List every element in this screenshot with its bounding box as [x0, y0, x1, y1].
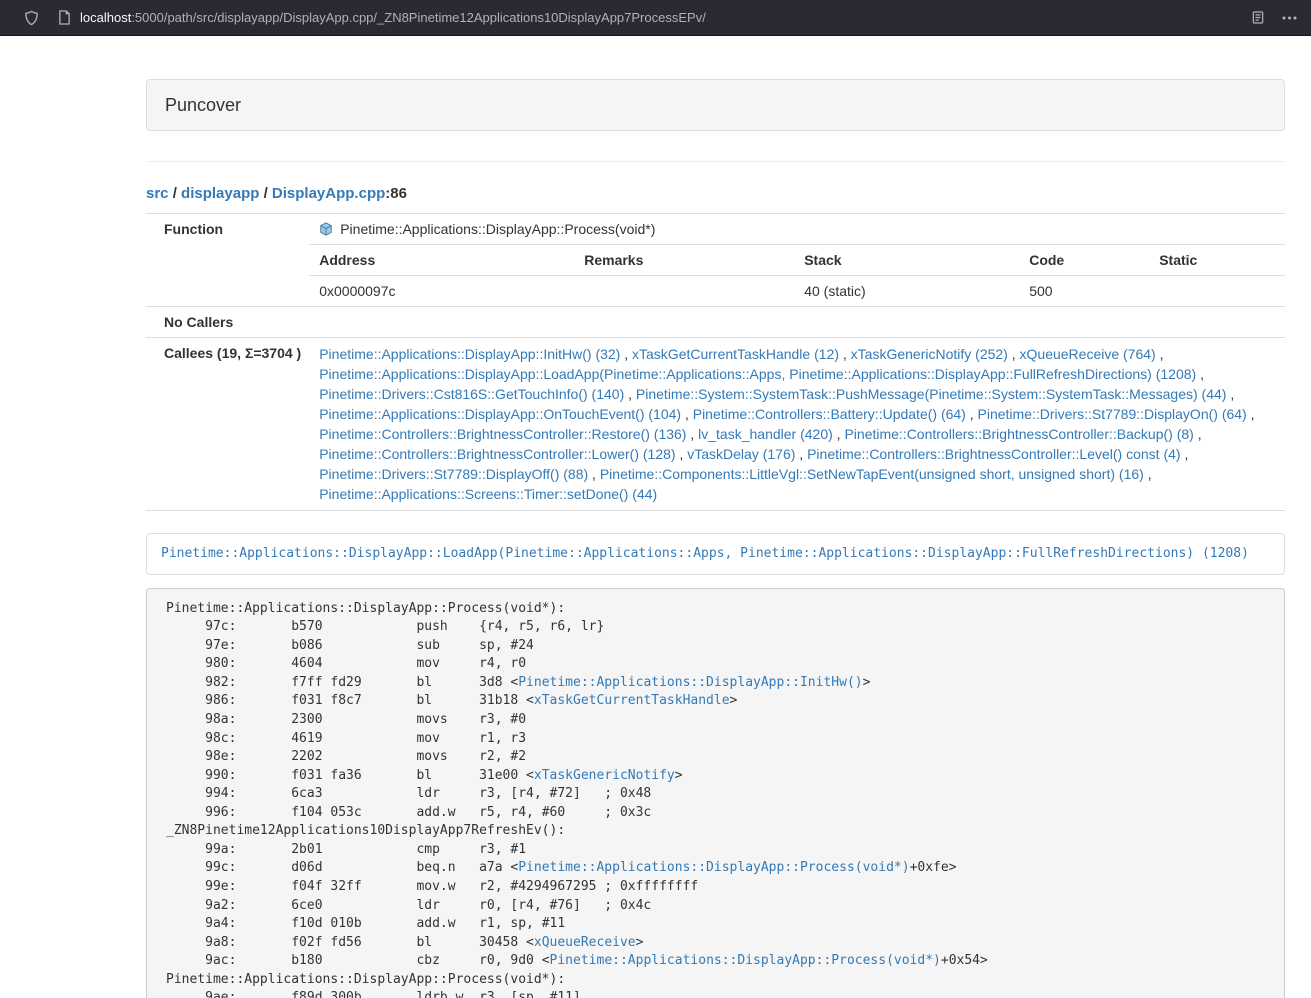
callee-link[interactable]: Pinetime::System::SystemTask::PushMessag…	[636, 386, 1227, 402]
page-title: Puncover	[147, 80, 1284, 130]
column-header-stack: Stack	[794, 245, 1019, 276]
reader-mode-icon[interactable]	[1251, 10, 1265, 25]
tracking-protection-shield-icon[interactable]	[24, 10, 39, 26]
function-details-row: 0x0000097c 40 (static) 500	[309, 276, 1285, 307]
column-header-address: Address	[309, 245, 574, 276]
url-path: :5000/path/src/displayapp/DisplayApp.cpp…	[131, 10, 706, 25]
static-cell	[1149, 276, 1285, 307]
callee-link[interactable]: Pinetime::Applications::DisplayApp::Init…	[319, 346, 620, 362]
function-name: Pinetime::Applications::DisplayApp::Proc…	[340, 219, 655, 239]
selected-symbol-link[interactable]: Pinetime::Applications::DisplayApp::Load…	[161, 546, 1249, 561]
divider	[146, 161, 1285, 162]
stack-cell: 40 (static)	[794, 276, 1019, 307]
callee-link[interactable]: Pinetime::Controllers::BrightnessControl…	[807, 446, 1180, 462]
callee-link[interactable]: Pinetime::Applications::Screens::Timer::…	[319, 486, 657, 502]
function-label: Function	[146, 214, 309, 307]
breadcrumb-link-file[interactable]: DisplayApp.cpp	[272, 185, 385, 202]
breadcrumb: src / displayapp / DisplayApp.cpp:86	[146, 183, 1285, 204]
code-symbol-link[interactable]: xTaskGenericNotify	[534, 768, 675, 783]
function-name-row: Pinetime::Applications::DisplayApp::Proc…	[309, 214, 1285, 244]
callee-link[interactable]: Pinetime::Applications::DisplayApp::Load…	[319, 366, 1196, 382]
callee-link[interactable]: Pinetime::Components::LittleVgl::SetNewT…	[600, 466, 1144, 482]
code-symbol-link[interactable]: Pinetime::Applications::DisplayApp::Proc…	[550, 953, 941, 968]
callee-link[interactable]: Pinetime::Controllers::BrightnessControl…	[319, 446, 675, 462]
function-icon	[319, 222, 333, 236]
column-header-static: Static	[1149, 245, 1285, 276]
callee-link[interactable]: vTaskDelay (176)	[687, 446, 795, 462]
function-table: Function Pinetime::Applications::Display…	[146, 213, 1285, 511]
breadcrumb-separator: /	[173, 185, 177, 202]
main-content: Puncover src / displayapp / DisplayApp.c…	[146, 79, 1285, 998]
selected-symbol-panel: Pinetime::Applications::DisplayApp::Load…	[146, 533, 1285, 575]
page-actions-icon[interactable]	[1282, 16, 1297, 20]
page-info-icon[interactable]	[58, 10, 71, 25]
callee-link[interactable]: xTaskGenericNotify (252)	[851, 346, 1008, 362]
callee-link[interactable]: Pinetime::Applications::DisplayApp::OnTo…	[319, 406, 681, 422]
callee-link[interactable]: Pinetime::Drivers::Cst816S::GetTouchInfo…	[319, 386, 624, 402]
url-host: localhost	[80, 10, 131, 25]
code-cell: 500	[1019, 276, 1149, 307]
breadcrumb-line-number: :86	[385, 185, 407, 202]
breadcrumb-separator: /	[264, 185, 268, 202]
function-details-header-row: Address Remarks Stack Code Static	[309, 245, 1285, 276]
url-input[interactable]: localhost:5000/path/src/displayapp/Displ…	[80, 10, 1241, 25]
callees-label: Callees (19, Σ=3704 )	[146, 338, 309, 511]
code-symbol-link[interactable]: Pinetime::Applications::DisplayApp::Proc…	[518, 860, 909, 875]
code-symbol-link[interactable]: Pinetime::Applications::DisplayApp::Init…	[518, 675, 862, 690]
function-details-table: Address Remarks Stack Code Static 0x0000…	[309, 244, 1285, 306]
callee-link[interactable]: Pinetime::Controllers::BrightnessControl…	[319, 426, 686, 442]
breadcrumb-link-src[interactable]: src	[146, 185, 169, 202]
breadcrumb-link-displayapp[interactable]: displayapp	[181, 185, 259, 202]
callee-link[interactable]: Pinetime::Drivers::St7789::DisplayOff() …	[319, 466, 588, 482]
remarks-cell	[574, 276, 794, 307]
app-title-panel: Puncover	[146, 79, 1285, 131]
callees-row: Callees (19, Σ=3704 ) Pinetime::Applicat…	[146, 338, 1285, 511]
column-header-code: Code	[1019, 245, 1149, 276]
address-cell: 0x0000097c	[309, 276, 574, 307]
no-callers-label: No Callers	[146, 307, 309, 338]
disassembly-code: Pinetime::Applications::DisplayApp::Proc…	[146, 588, 1285, 998]
callee-link[interactable]: xTaskGetCurrentTaskHandle (12)	[632, 346, 839, 362]
callees-list: Pinetime::Applications::DisplayApp::Init…	[309, 338, 1285, 511]
function-row: Function Pinetime::Applications::Display…	[146, 214, 1285, 307]
code-symbol-link[interactable]: xQueueReceive	[534, 935, 636, 950]
browser-chrome: localhost:5000/path/src/displayapp/Displ…	[0, 0, 1311, 36]
code-symbol-link[interactable]: xTaskGetCurrentTaskHandle	[534, 693, 730, 708]
callee-link[interactable]: lv_task_handler (420)	[698, 426, 833, 442]
callee-link[interactable]: Pinetime::Drivers::St7789::DisplayOn() (…	[978, 406, 1247, 422]
callee-link[interactable]: xQueueReceive (764)	[1020, 346, 1156, 362]
callee-link[interactable]: Pinetime::Controllers::BrightnessControl…	[844, 426, 1193, 442]
callee-link[interactable]: Pinetime::Controllers::Battery::Update()…	[693, 406, 966, 422]
column-header-remarks: Remarks	[574, 245, 794, 276]
no-callers-row: No Callers	[146, 307, 1285, 338]
